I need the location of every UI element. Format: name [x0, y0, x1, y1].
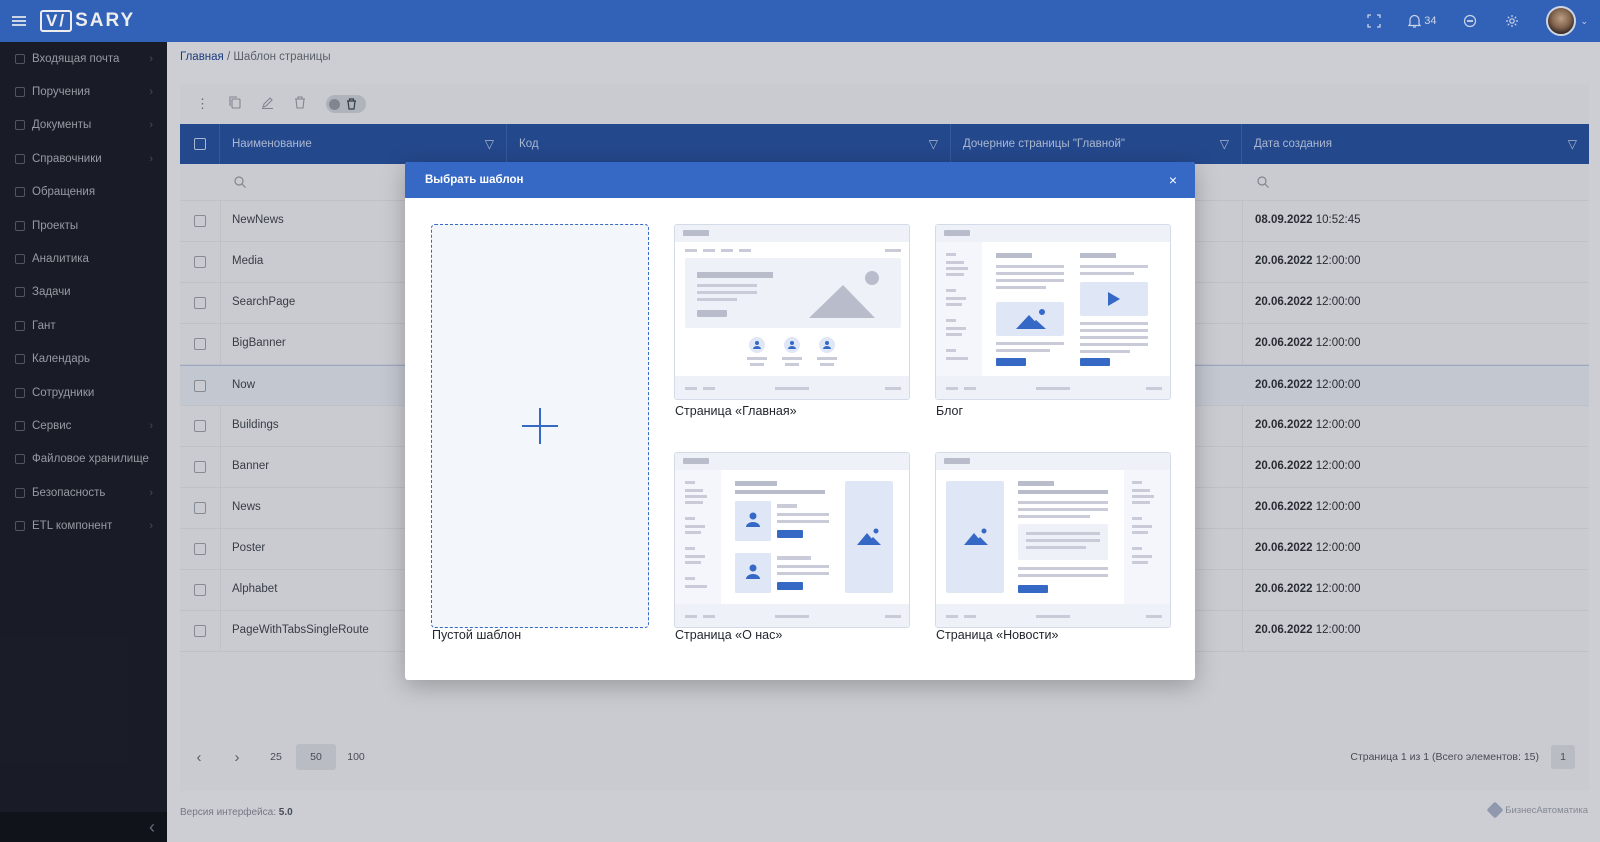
- template-picker-modal: Выбрать шаблон × Пустой шаблон Страница …: [405, 162, 1195, 680]
- template-news[interactable]: [935, 452, 1171, 628]
- template-about[interactable]: [674, 452, 910, 628]
- template-label: Блог: [936, 404, 964, 418]
- modal-header: Выбрать шаблон ×: [405, 162, 1195, 198]
- template-empty[interactable]: [431, 224, 649, 628]
- template-blog[interactable]: [935, 224, 1171, 400]
- close-icon[interactable]: ×: [1169, 172, 1177, 188]
- plus-icon: [522, 408, 558, 444]
- template-label: Страница «Главная»: [675, 404, 797, 418]
- modal-title: Выбрать шаблон: [425, 174, 524, 186]
- template-label: Страница «Новости»: [936, 628, 1059, 642]
- template-label: Страница «О нас»: [675, 628, 783, 642]
- template-label: Пустой шаблон: [432, 628, 522, 642]
- template-main-page[interactable]: [674, 224, 910, 400]
